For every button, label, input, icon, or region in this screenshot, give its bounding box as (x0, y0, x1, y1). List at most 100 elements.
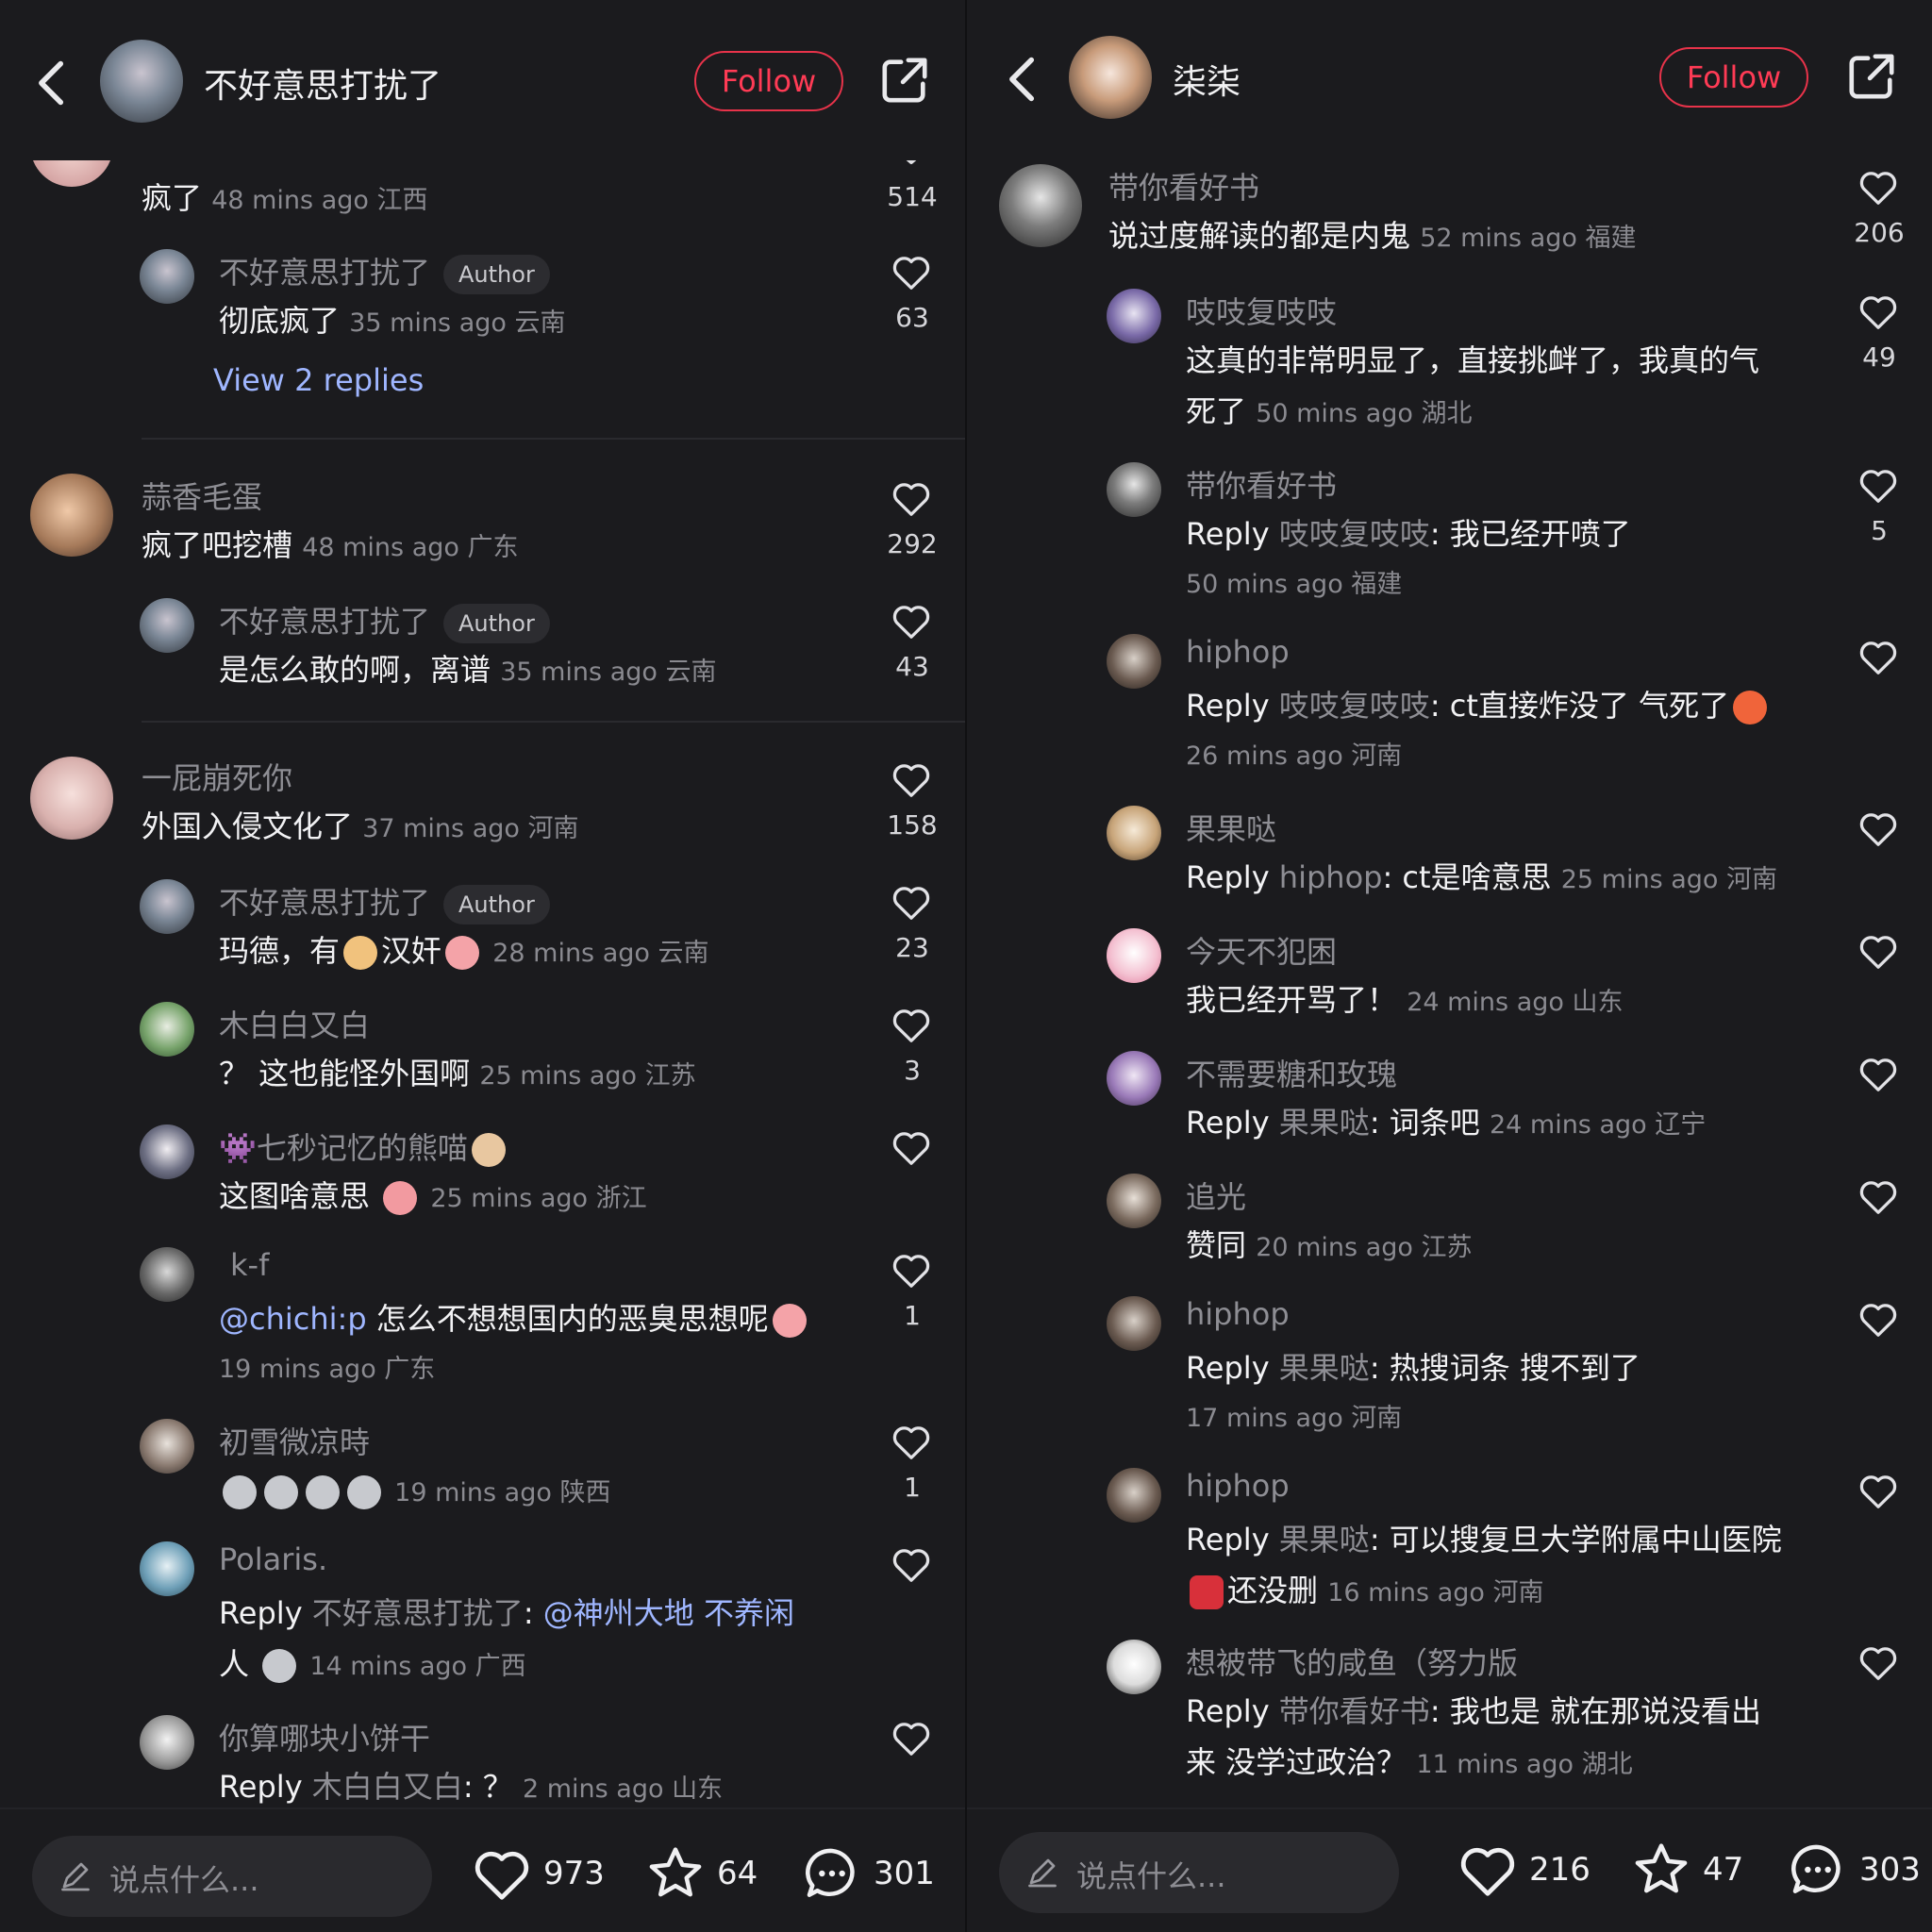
comment-input[interactable]: 说点什么... (999, 1832, 1399, 1913)
avatar[interactable] (140, 598, 194, 653)
avatar[interactable] (1107, 462, 1161, 517)
avatar[interactable] (1107, 1468, 1161, 1523)
like-heart-icon[interactable] (1857, 1300, 1899, 1338)
back-arrow-icon[interactable] (34, 58, 70, 108)
avatar[interactable] (140, 879, 194, 934)
username[interactable]: 追光 (1186, 1174, 1246, 1217)
username[interactable]: 👾七秒记忆的熊喵 (219, 1124, 509, 1168)
avatar[interactable] (1107, 1051, 1161, 1106)
like-heart-icon[interactable] (1857, 1472, 1899, 1509)
username[interactable]: 吱吱复吱吱 (1186, 289, 1337, 332)
follow-button[interactable]: Follow (1659, 47, 1808, 108)
avatar[interactable] (30, 757, 113, 840)
username[interactable]: 不好意思打扰了 Author (219, 249, 550, 294)
like-button[interactable]: 216 (1457, 1840, 1591, 1900)
username[interactable]: Polaris. (219, 1541, 327, 1577)
like-heart-icon[interactable] (1857, 466, 1899, 504)
username[interactable]: 不好意思打扰了 Author (219, 879, 550, 924)
back-arrow-icon[interactable] (1005, 55, 1041, 104)
avatar[interactable] (140, 249, 194, 304)
like-heart-icon[interactable] (891, 1006, 932, 1043)
username[interactable]: k-f (230, 1247, 269, 1283)
username[interactable]: 不需要糖和玫瑰 (1186, 1051, 1397, 1094)
like-heart-icon[interactable] (891, 1251, 932, 1289)
like-heart-icon[interactable] (891, 1719, 932, 1757)
like-heart-icon[interactable] (1857, 809, 1899, 847)
comment-list[interactable]: zero 疯了 48 mins ago 江西 514 不好意思打扰了Author… (0, 132, 965, 1809)
avatar[interactable] (140, 1002, 194, 1057)
avatar[interactable] (140, 1715, 194, 1770)
username[interactable]: 初雪微凉時 (219, 1419, 370, 1462)
like-heart-icon[interactable] (891, 479, 932, 517)
like-heart-icon[interactable] (891, 253, 932, 291)
username[interactable]: hiphop (1186, 1296, 1290, 1332)
like-heart-icon[interactable] (1857, 1177, 1899, 1215)
comment-text: 我已经开骂了！ 24 mins ago 山东 (1186, 982, 1624, 1018)
like-heart-icon[interactable] (891, 1423, 932, 1460)
like-heart-icon[interactable] (891, 760, 932, 798)
username[interactable]: 带你看好书 (1186, 462, 1337, 506)
avatar[interactable] (30, 474, 113, 557)
avatar[interactable] (1107, 289, 1161, 343)
avatar[interactable] (140, 1541, 194, 1596)
avatar[interactable] (140, 1124, 194, 1179)
username[interactable]: 木白白又白 (219, 1002, 370, 1045)
like-heart-icon[interactable] (891, 1128, 932, 1166)
username[interactable]: 一屁崩死你 (142, 755, 292, 798)
favorite-button[interactable]: 47 (1631, 1840, 1743, 1900)
comment-text: 彻底疯了 35 mins ago 云南 (219, 303, 566, 339)
username[interactable]: hiphop (1186, 1468, 1290, 1504)
avatar[interactable] (999, 164, 1082, 247)
username[interactable]: 不好意思打扰了 Author (219, 598, 550, 643)
like-heart-icon[interactable] (1857, 292, 1899, 330)
comment-text: 这真的非常明显了，直接挑衅了，我真的气 (1186, 342, 1760, 378)
avatar[interactable] (140, 1419, 194, 1474)
avatar[interactable] (1107, 634, 1161, 689)
username[interactable]: hiphop (1186, 634, 1290, 670)
username[interactable]: 蒜香毛蛋 (142, 474, 262, 517)
like-heart-icon[interactable] (891, 602, 932, 640)
avatar[interactable] (1107, 1296, 1161, 1351)
author-avatar[interactable] (100, 40, 183, 123)
comment-text: Reply 带你看好书: 我也是 就在那说没看出 (1186, 1693, 1761, 1729)
view-replies-link[interactable]: View 2 replies (213, 362, 424, 398)
avatar[interactable] (1107, 1640, 1161, 1694)
username[interactable]: 带你看好书 (1108, 164, 1259, 208)
comment-list[interactable]: 带你看好书 说过度解读的都是内鬼 52 mins ago 福建 206 吱吱复吱… (967, 132, 1932, 1809)
like-button[interactable]: 973 (472, 1843, 605, 1904)
author-avatar[interactable] (1069, 36, 1152, 119)
like-heart-icon[interactable] (1857, 1055, 1899, 1092)
like-heart-icon[interactable] (1857, 168, 1899, 206)
comment-input[interactable]: 说点什么... (32, 1836, 432, 1917)
username[interactable]: 你算哪块小饼干 (219, 1715, 430, 1758)
avatar[interactable] (1107, 806, 1161, 860)
peach-face-emoji-icon (772, 1304, 807, 1338)
avatar[interactable] (1107, 928, 1161, 983)
angry-face-emoji-icon (1733, 691, 1768, 724)
header: 柒柒 Follow (967, 0, 1932, 160)
comments-button[interactable]: 301 (802, 1843, 935, 1904)
username[interactable]: 今天不犯困 (1186, 928, 1337, 972)
like-heart-icon[interactable] (1857, 1643, 1899, 1681)
share-icon[interactable] (1846, 51, 1897, 102)
comment-text: 外国入侵文化了 37 mins ago 河南 (142, 808, 579, 844)
like-heart-icon[interactable] (1857, 932, 1899, 970)
author-name[interactable]: 不好意思打扰了 (204, 58, 441, 108)
share-icon[interactable] (879, 55, 930, 106)
bottom-bar: 说点什么... 973 64 301 (0, 1807, 965, 1932)
follow-button[interactable]: Follow (694, 51, 843, 111)
favorite-button[interactable]: 64 (645, 1843, 758, 1904)
like-count: 514 (887, 181, 938, 212)
like-heart-icon[interactable] (891, 1545, 932, 1583)
username[interactable]: 想被带飞的咸鱼（努力版 (1186, 1640, 1518, 1683)
avatar[interactable] (1107, 1174, 1161, 1228)
author-name[interactable]: 柒柒 (1173, 55, 1241, 104)
username[interactable]: 果果哒 (1186, 806, 1276, 849)
comments-button[interactable]: 303 (1788, 1840, 1921, 1900)
ribbon-emoji-icon (1190, 1575, 1224, 1609)
author-badge: Author (443, 255, 550, 294)
comment-text: @chichi:p 怎么不想想国内的恶臭思想呢 (219, 1298, 810, 1340)
like-heart-icon[interactable] (891, 883, 932, 921)
like-heart-icon[interactable] (1857, 638, 1899, 675)
avatar[interactable] (140, 1247, 194, 1302)
